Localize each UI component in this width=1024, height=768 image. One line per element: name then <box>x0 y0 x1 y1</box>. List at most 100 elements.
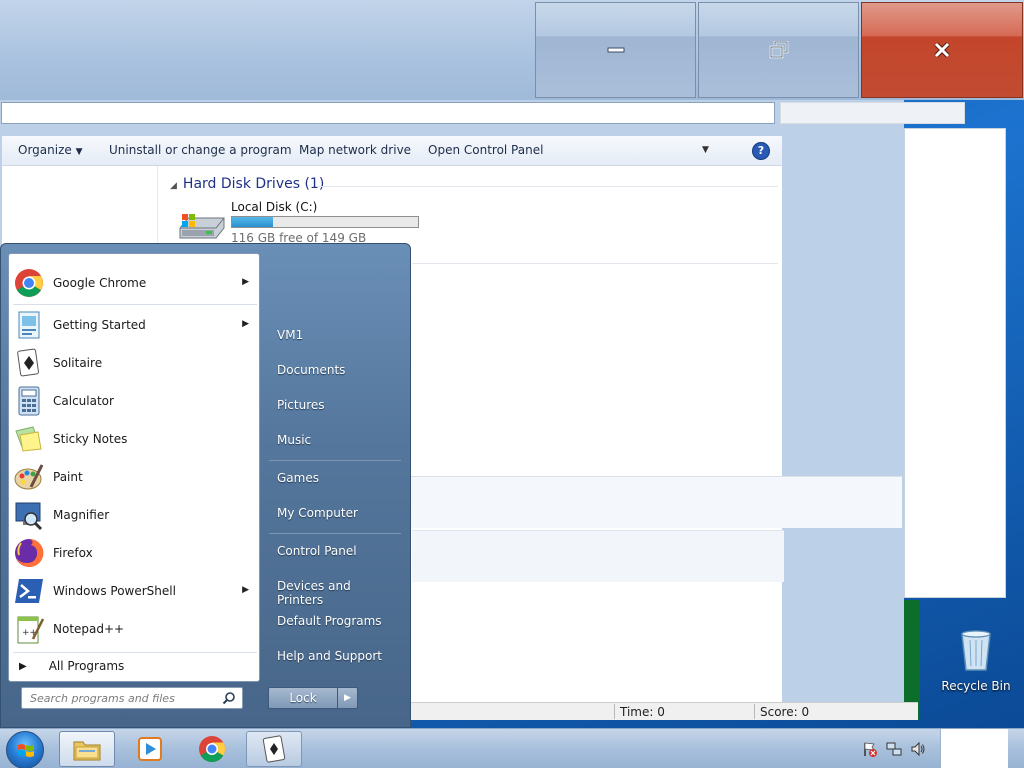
lock-button[interactable]: Lock ▶ <box>268 687 358 709</box>
search-input[interactable] <box>780 102 965 124</box>
program-label: Notepad++ <box>53 622 125 636</box>
program-label: Sticky Notes <box>53 432 128 446</box>
restore-button[interactable] <box>698 2 859 98</box>
map-network-drive-button[interactable]: Map network drive <box>299 143 411 157</box>
solitaire-icon <box>13 347 45 379</box>
window-panel <box>904 128 1006 598</box>
start-button[interactable] <box>6 731 44 768</box>
drive-usage-fill <box>232 217 273 227</box>
lock-label: Lock <box>289 691 317 705</box>
start-program-getting-started[interactable]: Getting Started ▶ <box>13 307 257 343</box>
solitaire-icon <box>262 735 286 763</box>
uninstall-program-button[interactable]: Uninstall or change a program <box>109 143 292 157</box>
close-icon <box>934 42 950 58</box>
firefox-icon <box>13 537 45 569</box>
address-bar[interactable] <box>1 102 775 124</box>
all-programs-button[interactable]: ▶ All Programs <box>19 659 124 673</box>
chevron-down-icon[interactable]: ▼ <box>702 145 709 155</box>
powershell-icon <box>13 575 45 607</box>
divider <box>269 460 401 461</box>
start-program-sticky-notes[interactable]: Sticky Notes <box>13 421 257 457</box>
start-item-pictures[interactable]: Pictures <box>267 392 403 420</box>
chevron-down-icon: ▼ <box>75 147 83 157</box>
submenu-arrow-icon[interactable]: ▶ <box>242 319 249 329</box>
divider <box>318 186 778 187</box>
start-program-firefox[interactable]: Firefox <box>13 535 257 571</box>
start-item-devices-and-printers[interactable]: Devices and Printers <box>267 573 403 607</box>
start-program-windows-powershell[interactable]: Windows PowerShell ▶ <box>13 573 257 609</box>
media-player-icon <box>138 737 162 761</box>
calculator-icon <box>13 385 45 417</box>
taskbar-solitaire-button[interactable] <box>246 731 302 767</box>
start-program-google-chrome[interactable]: Google Chrome ▶ <box>13 265 257 301</box>
search-icon[interactable] <box>222 691 236 705</box>
start-program-paint[interactable]: Paint <box>13 459 257 495</box>
notepad-plus-plus-icon: ++ <box>13 613 45 645</box>
all-programs-label: All Programs <box>48 659 125 673</box>
start-item-games[interactable]: Games <box>267 465 403 493</box>
start-program-notepad[interactable]: ++ Notepad++ <box>13 611 257 647</box>
power-options-arrow-icon[interactable]: ▶ <box>337 688 357 708</box>
minimize-icon <box>607 47 624 53</box>
submenu-arrow-icon[interactable]: ▶ <box>242 585 249 595</box>
group-title: Hard Disk Drives (1) <box>182 176 325 192</box>
taskbar-media-player-button[interactable] <box>122 731 178 767</box>
collapse-triangle-icon: ◢ <box>170 181 177 191</box>
group-header-hard-disk-drives[interactable]: ◢ Hard Disk Drives (1) <box>170 176 324 192</box>
recycle-bin[interactable]: Recycle Bin <box>938 628 1014 693</box>
start-item-music[interactable]: Music <box>267 427 403 455</box>
triangle-right-icon: ▶ <box>19 660 27 672</box>
program-label: Paint <box>53 470 83 484</box>
start-item-user[interactable]: VM1 <box>267 322 403 350</box>
magnifier-icon <box>13 499 45 531</box>
command-bar: Organize ▼ Uninstall or change a program… <box>2 136 782 166</box>
start-item-control-panel[interactable]: Control Panel <box>267 538 403 566</box>
divider <box>412 263 778 264</box>
close-button[interactable] <box>861 2 1023 98</box>
program-label: Solitaire <box>53 356 103 370</box>
drive-usage-bar <box>231 216 419 228</box>
help-icon[interactable]: ? <box>752 142 770 160</box>
restore-icon <box>769 41 788 59</box>
start-menu-programs-pane: Google Chrome ▶ Getting Started ▶ Solitaire C… <box>8 253 260 682</box>
submenu-arrow-icon[interactable]: ▶ <box>242 277 249 287</box>
explorer-bottom-pane <box>410 476 902 528</box>
paint-icon <box>13 461 45 493</box>
time-readout: Time: 0 <box>620 705 665 719</box>
chrome-icon <box>13 267 45 299</box>
show-desktop-area[interactable] <box>940 729 1008 768</box>
start-program-solitaire[interactable]: Solitaire <box>13 345 257 381</box>
program-label: Firefox <box>53 546 93 560</box>
minimize-button[interactable] <box>535 2 696 98</box>
hard-drive-icon[interactable] <box>178 212 226 242</box>
program-label: Google Chrome <box>53 276 147 290</box>
system-tray <box>862 739 934 759</box>
start-item-help-and-support[interactable]: Help and Support <box>267 643 403 671</box>
open-control-panel-button[interactable]: Open Control Panel <box>428 143 543 157</box>
chrome-icon <box>199 736 226 763</box>
start-search-input[interactable]: Search programs and files <box>21 687 243 709</box>
divider <box>13 652 257 653</box>
taskbar-explorer-button[interactable] <box>59 731 115 767</box>
start-program-calculator[interactable]: Calculator <box>13 383 257 419</box>
start-item-documents[interactable]: Documents <box>267 357 403 385</box>
organize-label: Organize <box>18 143 72 157</box>
start-item-my-computer[interactable]: My Computer <box>267 500 403 528</box>
search-placeholder: Search programs and files <box>30 692 175 705</box>
action-center-flag-icon[interactable] <box>862 741 878 757</box>
program-label: Windows PowerShell <box>53 584 176 598</box>
start-item-default-programs[interactable]: Default Programs <box>267 608 403 636</box>
organize-button[interactable]: Organize ▼ <box>18 143 83 157</box>
divider <box>614 704 615 719</box>
program-label: Getting Started <box>53 318 146 332</box>
divider <box>13 304 257 305</box>
divider <box>754 704 755 719</box>
program-label: Magnifier <box>53 508 110 522</box>
drive-name[interactable]: Local Disk (C:) <box>231 200 317 214</box>
network-icon[interactable] <box>886 741 902 757</box>
start-menu: Google Chrome ▶ Getting Started ▶ Solitaire C… <box>0 243 411 728</box>
start-program-magnifier[interactable]: Magnifier <box>13 497 257 533</box>
volume-icon[interactable] <box>910 741 926 757</box>
taskbar-chrome-button[interactable] <box>184 731 240 767</box>
folder-icon <box>73 741 101 761</box>
